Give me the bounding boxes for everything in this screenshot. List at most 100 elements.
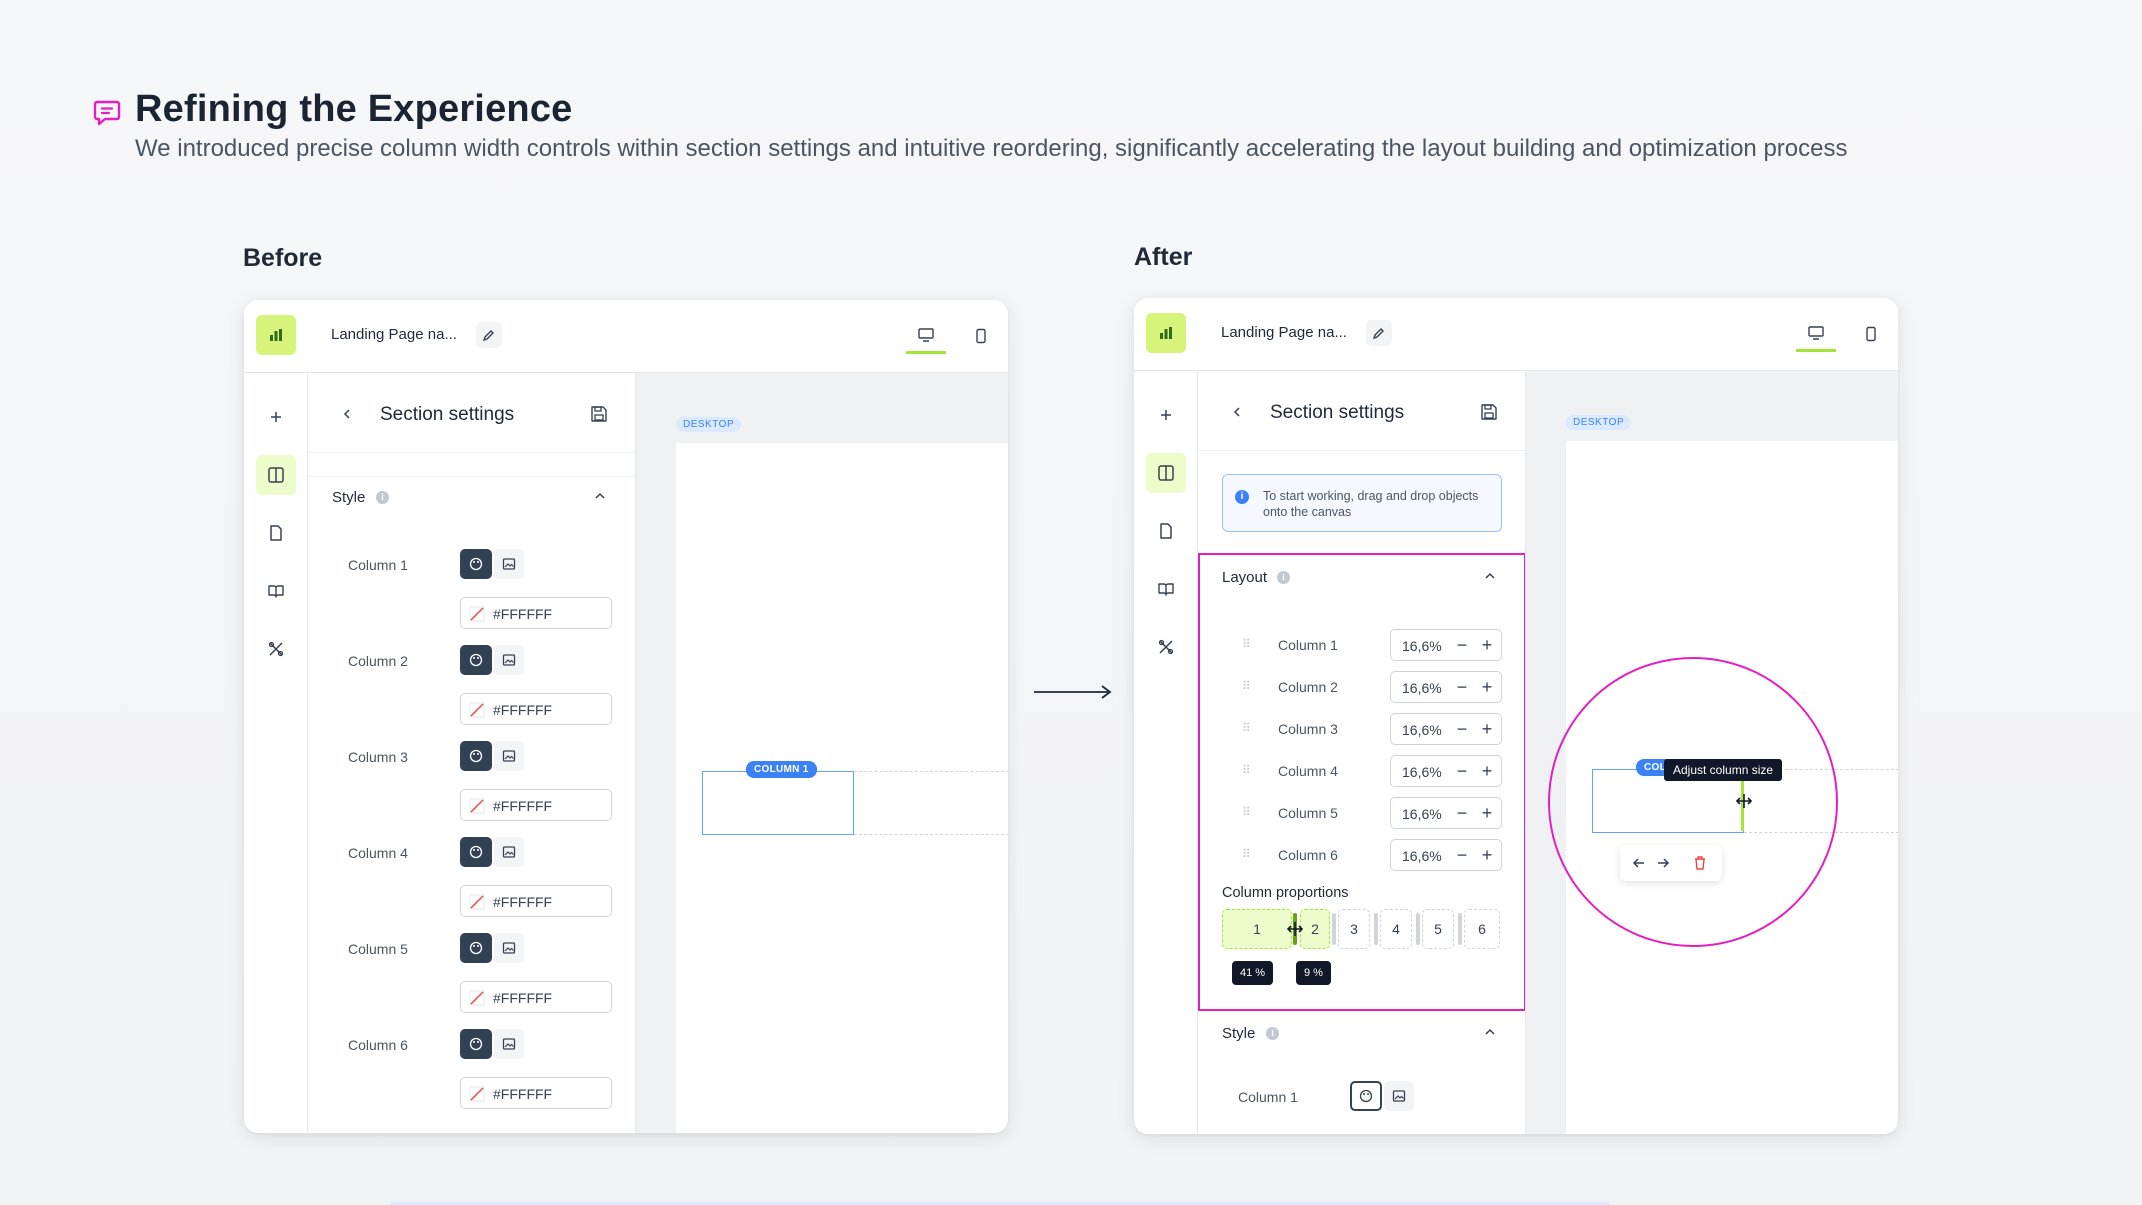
background-type-toggle[interactable] [1350,1081,1414,1111]
save-section-button[interactable] [588,403,610,425]
image-mode-button[interactable] [494,837,524,867]
color-input[interactable]: #FFFFFF [460,693,612,725]
background-type-toggle[interactable] [460,1029,524,1059]
column-width-stepper[interactable]: 16,6% − + [1390,755,1502,787]
desktop-view-toggle[interactable] [1796,316,1836,352]
layout-section-header[interactable]: Layout i [1198,557,1525,597]
decrease-width-button[interactable]: − [1452,718,1472,740]
color-mode-button[interactable] [460,837,492,867]
background-type-toggle[interactable] [460,837,524,867]
layout-tool-button[interactable] [256,455,296,495]
mobile-view-toggle[interactable] [966,318,996,354]
color-input[interactable]: #FFFFFF [460,981,612,1013]
column-width-stepper[interactable]: 16,6% − + [1390,839,1502,871]
color-mode-button[interactable] [460,933,492,963]
column-width-value[interactable]: 16,6% [1402,806,1442,822]
proportion-resize-handle[interactable] [1332,913,1336,945]
proportion-segment[interactable]: 4 [1380,909,1412,949]
rename-button[interactable] [1366,320,1392,346]
decrease-width-button[interactable]: − [1452,802,1472,824]
proportion-segment[interactable]: 1 [1222,909,1292,949]
proportion-segment[interactable]: 5 [1422,909,1454,949]
decrease-width-button[interactable]: − [1452,676,1472,698]
column-width-value[interactable]: 16,6% [1402,722,1442,738]
color-input[interactable]: #FFFFFF [460,789,612,821]
image-mode-button[interactable] [494,1029,524,1059]
color-input[interactable]: #FFFFFF [460,1077,612,1109]
style-section-header[interactable]: Style i [1198,1013,1525,1053]
pages-tool-button[interactable] [1146,511,1186,551]
column-width-stepper[interactable]: 16,6% − + [1390,629,1502,661]
desktop-view-toggle[interactable] [906,318,946,354]
columns-icon [1158,465,1174,481]
library-tool-button[interactable] [1146,569,1186,609]
library-tool-button[interactable] [256,571,296,611]
decrease-width-button[interactable]: − [1452,844,1472,866]
drag-handle-icon[interactable]: ⠿ [1242,805,1252,819]
column-label: Column 5 [348,941,408,957]
design-tool-button[interactable] [256,629,296,669]
decrease-width-button[interactable]: − [1452,634,1472,656]
image-mode-button[interactable] [494,741,524,771]
mobile-view-toggle[interactable] [1856,316,1886,352]
column-width-stepper[interactable]: 16,6% − + [1390,797,1502,829]
proportion-resize-handle[interactable] [1374,913,1378,945]
back-button[interactable] [1228,403,1246,421]
add-element-button[interactable] [1146,395,1186,435]
proportion-segment[interactable]: 6 [1464,909,1500,949]
column-width-value[interactable]: 16,6% [1402,764,1442,780]
column-width-value[interactable]: 16,6% [1402,680,1442,696]
info-icon[interactable]: i [1277,571,1290,584]
color-mode-button[interactable] [460,741,492,771]
column-width-value[interactable]: 16,6% [1402,638,1442,654]
selected-column[interactable] [702,771,854,835]
proportion-segment[interactable]: 3 [1338,909,1370,949]
increase-width-button[interactable]: + [1477,844,1497,866]
color-input[interactable]: #FFFFFF [460,885,612,917]
color-mode-button[interactable] [460,549,492,579]
background-type-toggle[interactable] [460,549,524,579]
column-width-stepper[interactable]: 16,6% − + [1390,713,1502,745]
info-icon[interactable]: i [376,491,389,504]
drag-handle-icon[interactable]: ⠿ [1242,637,1252,651]
proportion-resize-handle[interactable] [1416,913,1420,945]
image-mode-button[interactable] [494,549,524,579]
increase-width-button[interactable]: + [1477,634,1497,656]
empty-column-area[interactable] [854,771,1008,835]
save-section-button[interactable] [1478,401,1500,423]
style-section-header[interactable]: Style i [308,476,635,516]
back-button[interactable] [338,405,356,423]
rename-button[interactable] [476,322,502,348]
image-mode-button[interactable] [1384,1081,1414,1111]
drag-handle-icon[interactable]: ⠿ [1242,679,1252,693]
pages-tool-button[interactable] [256,513,296,553]
image-mode-button[interactable] [494,645,524,675]
increase-width-button[interactable]: + [1477,718,1497,740]
drag-handle-icon[interactable]: ⠿ [1242,721,1252,735]
proportion-resize-handle[interactable] [1458,913,1462,945]
color-mode-button[interactable] [460,1029,492,1059]
column-width-value[interactable]: 16,6% [1402,848,1442,864]
drag-handle-icon[interactable]: ⠿ [1242,847,1252,861]
info-icon[interactable]: i [1266,1027,1279,1040]
column-width-stepper[interactable]: 16,6% − + [1390,671,1502,703]
drag-handle-icon[interactable]: ⠿ [1242,763,1252,777]
increase-width-button[interactable]: + [1477,676,1497,698]
palette-icon [469,845,483,859]
increase-width-button[interactable]: + [1477,760,1497,782]
decrease-width-button[interactable]: − [1452,760,1472,782]
increase-width-button[interactable]: + [1477,802,1497,824]
app-logo[interactable] [256,315,296,355]
layout-tool-button[interactable] [1146,453,1186,493]
background-type-toggle[interactable] [460,741,524,771]
design-tool-button[interactable] [1146,627,1186,667]
color-mode-button[interactable] [460,645,492,675]
background-type-toggle[interactable] [460,933,524,963]
background-type-toggle[interactable] [460,645,524,675]
image-mode-button[interactable] [494,933,524,963]
color-input[interactable]: #FFFFFF [460,597,612,629]
app-logo[interactable] [1146,313,1186,353]
panel-header: Section settings [1198,371,1525,451]
add-element-button[interactable] [256,397,296,437]
color-mode-button[interactable] [1350,1081,1382,1111]
